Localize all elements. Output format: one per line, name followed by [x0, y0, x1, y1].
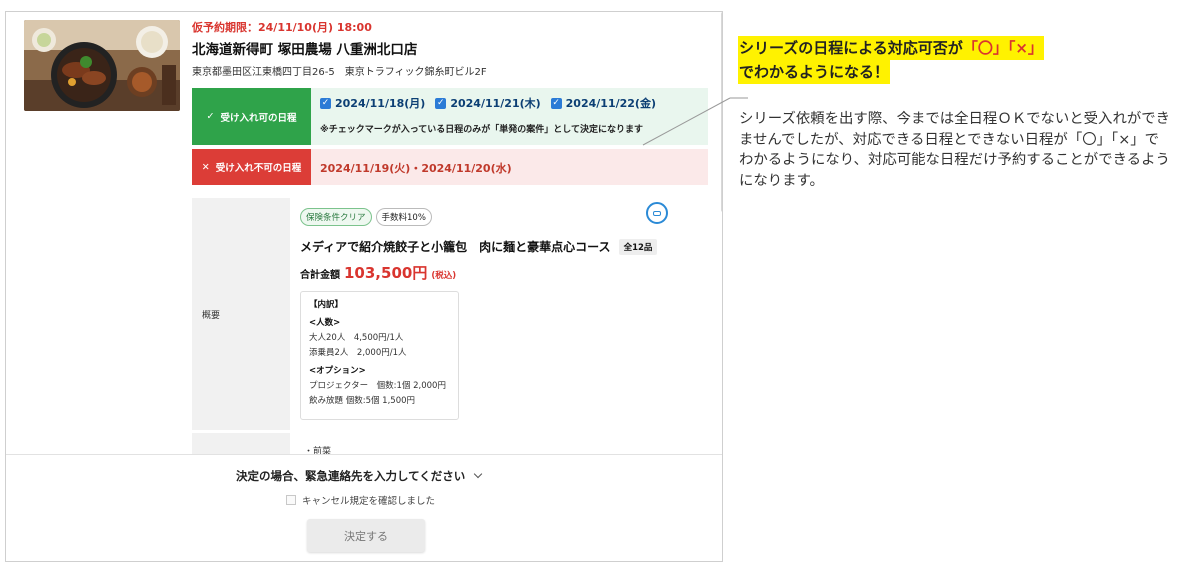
emergency-contact-toggle[interactable]: 決定の場合、緊急連絡先を入力してください	[236, 468, 483, 484]
acceptable-dates-note: ※チェックマークが入っている日程のみが「単発の案件」として決定になります	[320, 125, 644, 135]
people-heading: <人数>	[309, 318, 341, 328]
booking-scroll-area[interactable]: 仮予約期限：24/11/10(月) 18:00 北海道新得町 塚田農場 八重洲北…	[6, 12, 722, 454]
course-title: メディアで紹介焼餃子と小籠包 肉に麺と豪華点心コース 全12品	[300, 238, 658, 255]
cross-icon: ✕	[201, 161, 210, 173]
headline-line-2: でわかるようになる！	[738, 60, 891, 84]
store-address: 東京都墨田区江東橋四丁目26-5 東京トラフィック錦糸町ビル2F	[192, 67, 487, 78]
next-section-label-cell	[192, 433, 290, 454]
action-footer: 決定の場合、緊急連絡先を入力してください キャンセル規定を確認しました 決定する	[6, 454, 722, 561]
total-amount: 103,500円	[344, 264, 428, 282]
summary-label-cell: 概要	[192, 198, 290, 430]
breakdown-line: プロジェクター 個数:1個 2,000円	[309, 381, 446, 391]
breakdown-line: 飲み放題 個数:5個 1,500円	[309, 396, 416, 406]
tax-note: (税込)	[431, 271, 457, 281]
options-heading: <オプション>	[309, 366, 366, 376]
unacceptable-dates-list: 2024/11/19(火)・2024/11/20(水)	[320, 162, 512, 175]
breakdown-title: 【内訳】	[309, 300, 344, 310]
badge-group: 保険条件クリア 手数料10%	[300, 208, 432, 226]
fee-badge: 手数料10%	[375, 208, 432, 226]
summary-label: 概要	[202, 311, 221, 321]
checkbox-checked-icon[interactable]: ✓	[550, 97, 562, 109]
cancel-policy-checkbox[interactable]: キャンセル規定を確認しました	[286, 493, 435, 507]
acceptable-date-option[interactable]: ✓ 2024/11/18(月)	[320, 95, 425, 111]
unacceptable-dates-label: ✕ 受け入れ不可の日程	[192, 149, 311, 185]
total-label: 合計金額	[300, 270, 340, 281]
acceptable-date-option[interactable]: ✓ 2024/11/22(金)	[550, 95, 656, 111]
acceptable-dates-list: ✓ 2024/11/18(月) ✓ 2024/11/21(木) ✓ 2024/1…	[320, 95, 656, 111]
check-icon: ✓	[206, 111, 215, 122]
checkbox-unchecked-icon[interactable]	[286, 495, 296, 505]
restaurant-photo	[24, 20, 180, 111]
callout-description: シリーズ依頼を出す際、今までは全日程ＯＫでないと受入れができませんでしたが、対応…	[739, 111, 1171, 189]
provisional-deadline: 仮予約期限：24/11/10(月) 18:00	[192, 21, 372, 34]
acceptable-dates-row: ✓ 受け入れ可の日程 ✓ 2024/11/18(月) ✓ 2024/11/21(…	[192, 88, 708, 145]
breakdown-line: 添乗員2人 2,000円/1人	[309, 348, 407, 358]
total-price: 合計金額 103,500円 (税込)	[300, 262, 456, 283]
callout-headline: シリーズの日程による対応可否が「〇」「×」 でわかるようになる！	[738, 36, 1044, 84]
booking-panel: 仮予約期限：24/11/10(月) 18:00 北海道新得町 塚田農場 八重洲北…	[5, 11, 723, 562]
breakdown-line: 大人20人 4,500円/1人	[309, 333, 404, 343]
acceptable-date-option[interactable]: ✓ 2024/11/21(木)	[435, 95, 541, 111]
acceptable-dates-label: ✓ 受け入れ可の日程	[192, 88, 311, 145]
vertical-scrollbar[interactable]	[721, 12, 722, 212]
chat-icon[interactable]	[646, 202, 668, 224]
checkbox-checked-icon[interactable]: ✓	[320, 97, 331, 109]
checkbox-checked-icon[interactable]: ✓	[435, 97, 447, 109]
decide-button[interactable]: 決定する	[307, 519, 425, 552]
chevron-down-icon	[474, 469, 483, 479]
price-breakdown: 【内訳】 <人数> 大人20人 4,500円/1人 添乗員2人 2,000円/1…	[300, 291, 459, 420]
unacceptable-dates-row: ✕ 受け入れ不可の日程 2024/11/19(火)・2024/11/20(水)	[192, 149, 708, 185]
headline-line-1: シリーズの日程による対応可否が「〇」「×」	[738, 36, 1044, 60]
insurance-badge: 保険条件クリア	[300, 208, 372, 226]
store-name: 北海道新得町 塚田農場 八重洲北口店	[192, 42, 418, 58]
item-count-tag: 全12品	[618, 238, 658, 255]
menu-item: ・前菜	[304, 447, 332, 454]
